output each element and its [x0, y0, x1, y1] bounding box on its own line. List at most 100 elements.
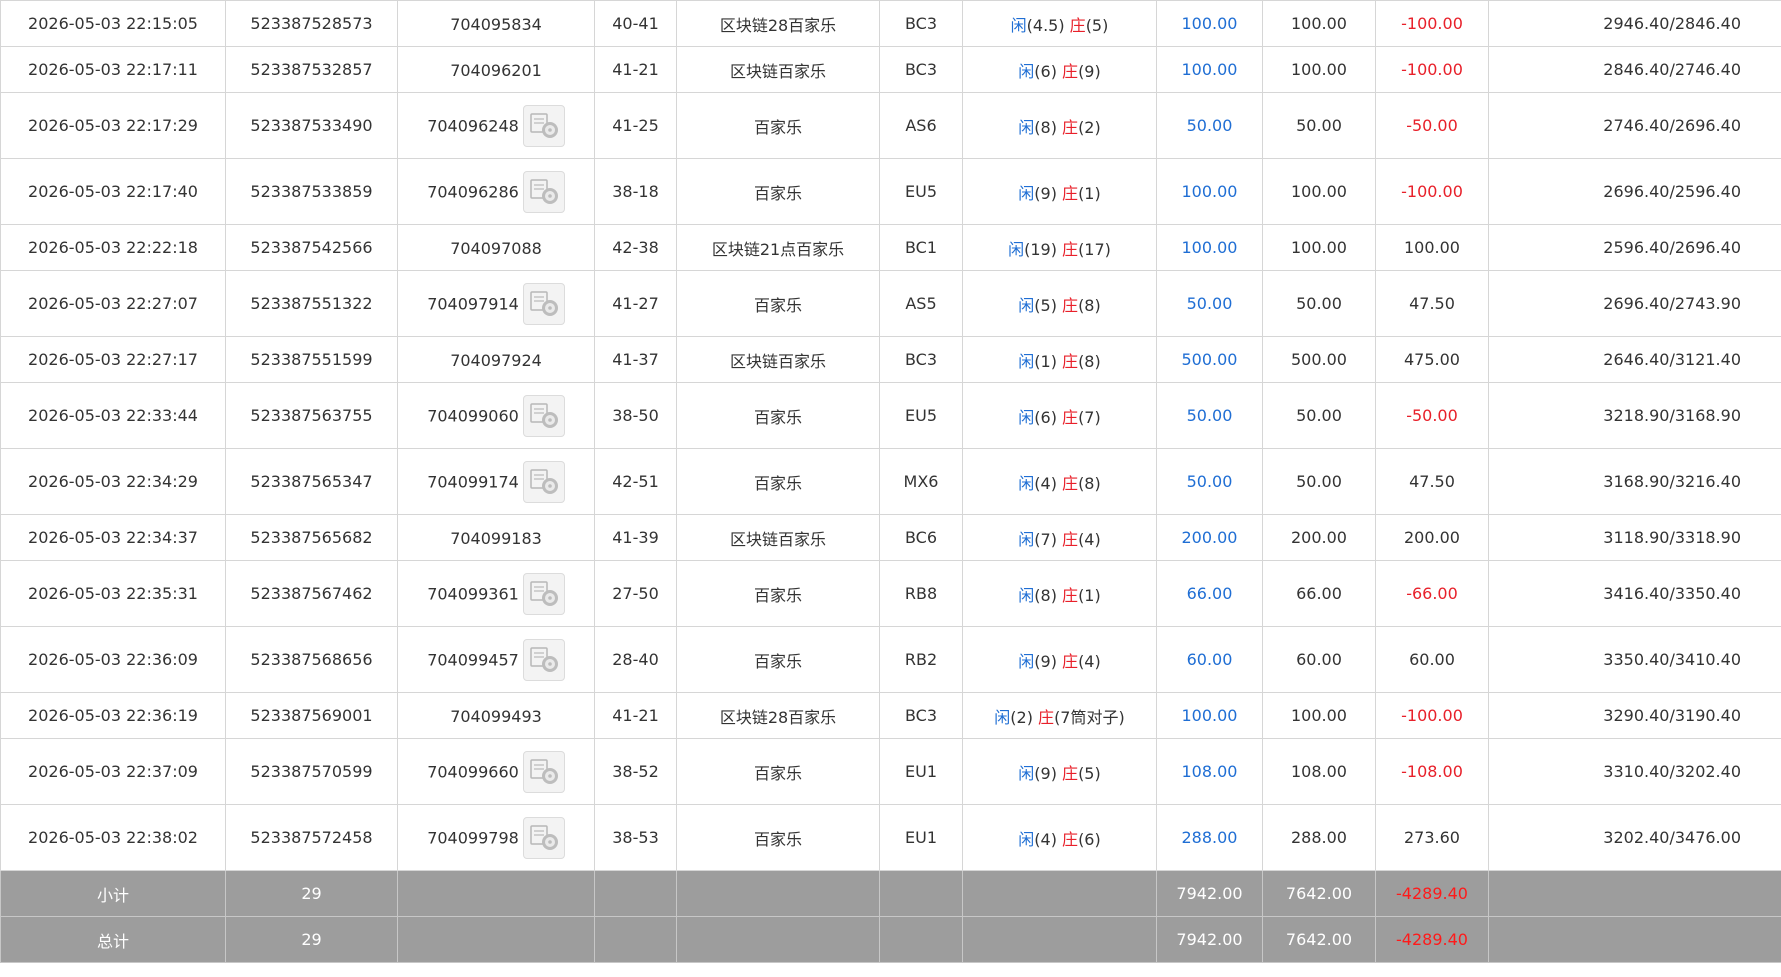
banker-label: 庄 [1038, 707, 1055, 727]
bet-records-table: 2026-05-03 22:15:05 523387528573 704095834… [0, 0, 1781, 963]
table-number: 38-52 [594, 738, 677, 805]
banker-label: 庄 [1062, 61, 1079, 81]
game-type: 百家乐 [676, 626, 880, 693]
game-id-cell: 704096201 [397, 46, 595, 93]
game-id: 704099060 [427, 406, 519, 425]
subtotal-row: 小计 29 7942.00 7642.00 -4289.40 [0, 870, 1781, 917]
bet-amount: 100.00 [1156, 158, 1263, 225]
banker-label: 庄 [1062, 829, 1079, 849]
order-number: 523387528573 [225, 0, 398, 47]
table-row: 2026-05-03 22:33:44 523387563755 704099060… [0, 382, 1781, 449]
game-id: 704097914 [427, 294, 519, 313]
player-value: (4.5) [1026, 15, 1065, 35]
table-number: 27-50 [594, 560, 677, 627]
player-value: (4) [1034, 473, 1057, 493]
win-loss: 100.00 [1375, 224, 1489, 271]
balance-change: 3416.40/3350.40 [1488, 560, 1781, 627]
banker-value: (5) [1078, 763, 1101, 783]
player-label: 闲 [1018, 529, 1035, 549]
room-code: BC3 [879, 692, 963, 739]
game-id-cell: 704099361 [397, 560, 595, 627]
video-replay-button[interactable] [522, 572, 565, 615]
order-number: 523387542566 [225, 224, 398, 271]
player-label: 闲 [1018, 585, 1035, 605]
game-id-cell: 704099798 [397, 804, 595, 871]
room-code: BC3 [879, 336, 963, 383]
video-replay-button[interactable] [522, 460, 565, 503]
bet-time: 2026-05-03 22:22:18 [0, 224, 226, 271]
table-row: 2026-05-03 22:34:37 523387565682 704099183… [0, 514, 1781, 561]
player-label: 闲 [1018, 651, 1035, 671]
bet-time: 2026-05-03 22:37:09 [0, 738, 226, 805]
player-value: (8) [1034, 117, 1057, 137]
game-id: 704099361 [427, 584, 519, 603]
table-row: 2026-05-03 22:27:07 523387551322 704097914… [0, 270, 1781, 337]
room-code: RB8 [879, 560, 963, 627]
video-replay-button[interactable] [522, 104, 565, 147]
game-result: 闲(4.5) 庄(5) [962, 0, 1157, 47]
game-result: 闲(6) 庄(7) [962, 382, 1157, 449]
order-number: 523387551322 [225, 270, 398, 337]
game-id-cell: 704099060 [397, 382, 595, 449]
order-number: 523387533859 [225, 158, 398, 225]
video-replay-button[interactable] [522, 816, 565, 859]
video-replay-button[interactable] [522, 638, 565, 681]
video-replay-button[interactable] [522, 750, 565, 793]
subtotal-count: 29 [225, 870, 398, 917]
valid-bet: 100.00 [1262, 46, 1376, 93]
game-type: 百家乐 [676, 158, 880, 225]
win-loss: 273.60 [1375, 804, 1489, 871]
bet-time: 2026-05-03 22:27:17 [0, 336, 226, 383]
balance-change: 3118.90/3318.90 [1488, 514, 1781, 561]
valid-bet: 100.00 [1262, 224, 1376, 271]
game-id-cell: 704096248 [397, 92, 595, 159]
banker-value: (1) [1078, 183, 1101, 203]
table-body: 2026-05-03 22:15:05 523387528573 704095834… [0, 0, 1781, 871]
win-loss: 475.00 [1375, 336, 1489, 383]
player-value: (5) [1034, 295, 1057, 315]
game-type: 区块链21点百家乐 [676, 224, 880, 271]
video-replay-button[interactable] [522, 394, 565, 437]
bet-time: 2026-05-03 22:34:37 [0, 514, 226, 561]
room-code: EU5 [879, 158, 963, 225]
video-replay-button[interactable] [522, 170, 565, 213]
banker-label: 庄 [1062, 473, 1079, 493]
player-label: 闲 [1018, 117, 1035, 137]
valid-bet: 108.00 [1262, 738, 1376, 805]
player-value: (2) [1010, 707, 1033, 727]
room-code: BC3 [879, 46, 963, 93]
game-id-cell: 704099493 [397, 692, 595, 739]
table-row: 2026-05-03 22:17:40 523387533859 704096286… [0, 158, 1781, 225]
bet-amount: 66.00 [1156, 560, 1263, 627]
table-number: 41-25 [594, 92, 677, 159]
game-id: 704099660 [427, 762, 519, 781]
banker-value: (7) [1078, 407, 1101, 427]
player-label: 闲 [1018, 763, 1035, 783]
game-result: 闲(1) 庄(8) [962, 336, 1157, 383]
game-id: 704097924 [450, 350, 542, 370]
game-id-cell: 704097924 [397, 336, 595, 383]
table-number: 41-21 [594, 692, 677, 739]
table-row: 2026-05-03 22:17:29 523387533490 704096248… [0, 92, 1781, 159]
banker-value: (6) [1078, 829, 1101, 849]
table-row: 2026-05-03 22:36:09 523387568656 704099457… [0, 626, 1781, 693]
valid-bet: 100.00 [1262, 158, 1376, 225]
table-row: 2026-05-03 22:22:18 523387542566 704097088… [0, 224, 1781, 271]
player-value: (9) [1034, 763, 1057, 783]
game-id: 704099493 [450, 706, 542, 726]
game-type: 区块链百家乐 [676, 46, 880, 93]
game-result: 闲(4) 庄(6) [962, 804, 1157, 871]
valid-bet: 50.00 [1262, 270, 1376, 337]
win-loss: -100.00 [1375, 692, 1489, 739]
bet-amount: 50.00 [1156, 448, 1263, 515]
bet-time: 2026-05-03 22:38:02 [0, 804, 226, 871]
table-number: 38-50 [594, 382, 677, 449]
player-label: 闲 [1018, 183, 1035, 203]
game-type: 百家乐 [676, 382, 880, 449]
valid-bet: 288.00 [1262, 804, 1376, 871]
player-label: 闲 [1018, 829, 1035, 849]
room-code: AS5 [879, 270, 963, 337]
game-id-cell: 704097088 [397, 224, 595, 271]
room-code: EU1 [879, 738, 963, 805]
video-replay-button[interactable] [522, 282, 565, 325]
